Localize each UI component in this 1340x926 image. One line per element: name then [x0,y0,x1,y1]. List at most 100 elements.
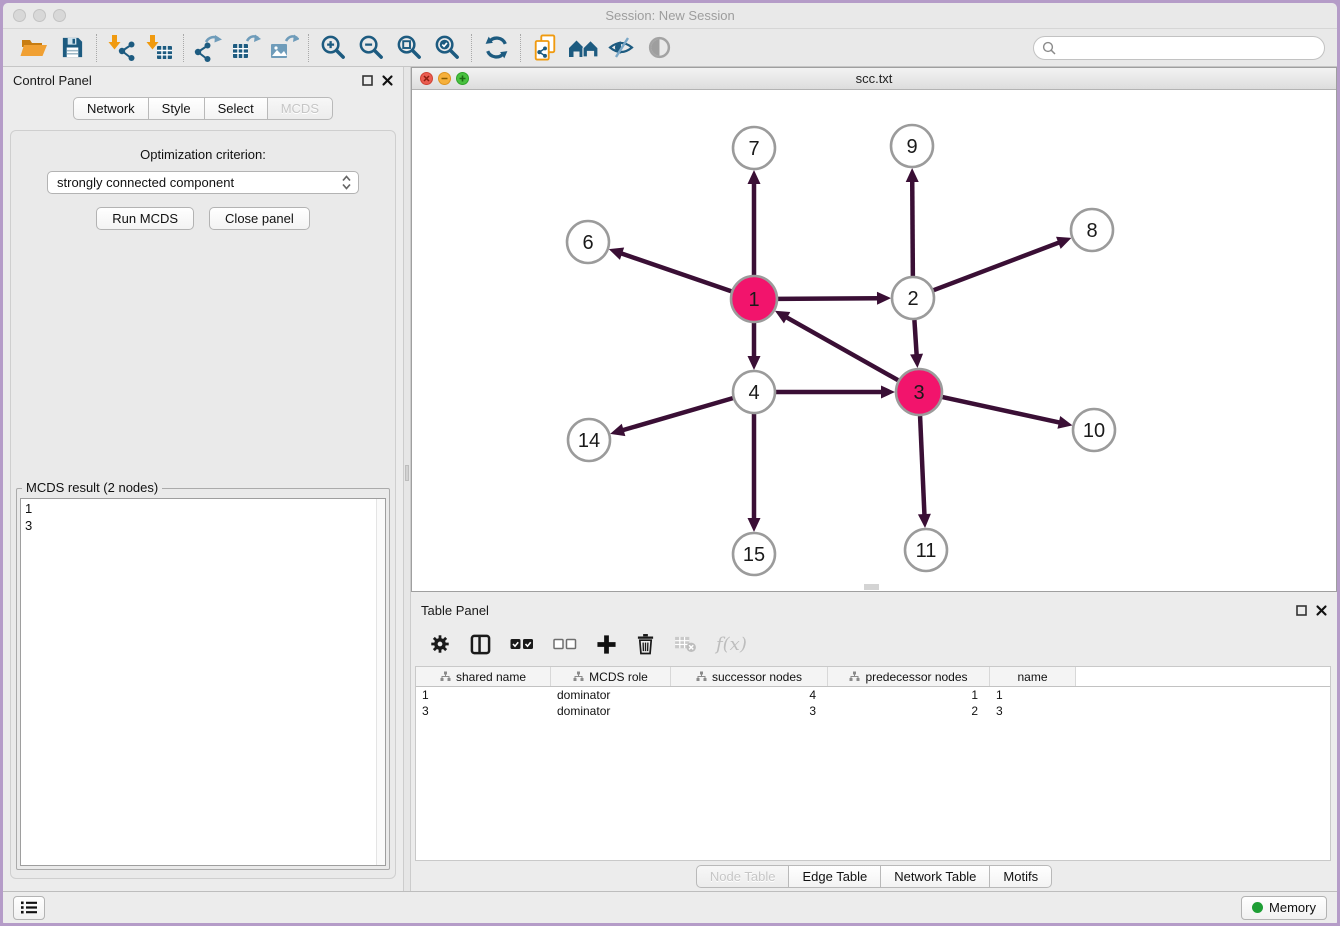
tab-mcds[interactable]: MCDS [267,97,333,120]
vertical-splitter[interactable] [403,67,411,891]
unselect-all-icon[interactable] [553,631,577,657]
export-image-icon[interactable] [265,32,303,64]
table-cell[interactable]: 3 [416,704,551,718]
table-cell[interactable]: 2 [828,704,990,718]
table-row[interactable]: 1dominator411 [416,687,1330,703]
graph-edge-3-11[interactable] [920,416,924,516]
table-cell[interactable]: 3 [990,704,1076,718]
graph-edge-arrowhead [748,356,761,370]
table-cell[interactable]: 1 [828,688,990,702]
graph-edge-2-9[interactable] [912,180,913,276]
status-bar: Memory [3,891,1337,923]
graph-node-8[interactable]: 8 [1071,209,1113,251]
close-table-panel-icon[interactable] [1316,605,1327,616]
graph-edge-3-1[interactable] [785,317,898,381]
table-row[interactable]: 3dominator323 [416,703,1330,719]
column-header-predecessor-nodes[interactable]: predecessor nodes [828,667,990,686]
table-cell[interactable]: 1 [416,688,551,702]
table-cell[interactable]: dominator [551,688,671,702]
graph-edge-1-6[interactable] [620,253,731,291]
apply-layout-icon[interactable] [477,32,515,64]
show-columns-icon[interactable] [470,631,491,657]
result-scrollbar[interactable] [376,499,385,865]
zoom-in-icon[interactable] [314,32,352,64]
zoom-fit-icon[interactable] [390,32,428,64]
splitter-grip[interactable] [405,465,409,481]
import-table-icon[interactable] [140,32,178,64]
graph-node-6[interactable]: 6 [567,221,609,263]
float-table-panel-icon[interactable] [1296,605,1307,616]
graph-node-1[interactable]: 1 [731,276,777,322]
graph-edge-2-3[interactable] [914,320,916,356]
network-canvas[interactable]: 7 9 6 8 1 2 4 3 14 10 15 11 [412,90,1336,591]
show-graphics-details-icon[interactable] [640,32,678,64]
open-session-icon[interactable] [15,32,53,64]
tab-network-table[interactable]: Network Table [880,865,990,888]
delete-table-icon[interactable] [674,631,697,657]
graph-node-9[interactable]: 9 [891,125,933,167]
close-panel-icon[interactable] [382,75,393,86]
graph-node-3[interactable]: 3 [896,369,942,415]
float-panel-icon[interactable] [362,75,373,86]
graph-edge-1-2[interactable] [778,298,879,299]
network-maximize-button[interactable] [456,72,469,85]
graph-node-15[interactable]: 15 [733,533,775,575]
export-table-icon[interactable] [227,32,265,64]
select-all-icon[interactable] [510,631,534,657]
main-area: Control Panel Network Style Select MCDS … [3,67,1337,891]
graph-edge-4-14[interactable] [622,398,733,430]
network-graph: 7 9 6 8 1 2 4 3 14 10 15 11 [412,90,1339,591]
column-header-MCDS-role[interactable]: MCDS role [551,667,671,686]
memory-button[interactable]: Memory [1241,896,1327,920]
search-box [1033,36,1325,60]
graph-node-11[interactable]: 11 [905,529,947,571]
hide-graphics-details-icon[interactable] [602,32,640,64]
run-mcds-button[interactable]: Run MCDS [96,207,194,230]
graph-node-4[interactable]: 4 [733,371,775,413]
delete-column-icon[interactable] [636,631,655,657]
houses-icon[interactable] [564,32,602,64]
right-column: scc.txt 7968124314101511 Table Panel [411,67,1337,891]
function-builder-icon[interactable]: f(x) [716,631,747,657]
zoom-out-icon[interactable] [352,32,390,64]
import-network-icon[interactable] [102,32,140,64]
tab-motifs[interactable]: Motifs [989,865,1052,888]
close-panel-button[interactable]: Close panel [209,207,310,230]
add-column-icon[interactable] [596,631,617,657]
save-session-icon[interactable] [53,32,91,64]
graph-node-2[interactable]: 2 [892,277,934,319]
export-network-icon[interactable] [189,32,227,64]
graph-edge-arrowhead [1057,416,1072,429]
clone-network-icon[interactable] [526,32,564,64]
task-history-button[interactable] [13,896,45,920]
column-header-name[interactable]: name [990,667,1076,686]
graph-edge-3-10[interactable] [942,397,1060,423]
settings-gear-icon[interactable] [429,631,451,657]
canvas-resize-grip[interactable] [864,584,879,590]
table-cell[interactable]: 1 [990,688,1076,702]
tab-style[interactable]: Style [148,97,205,120]
mcds-result-list[interactable]: 1 3 [20,498,386,866]
graph-node-7[interactable]: 7 [733,127,775,169]
graph-edge-2-8[interactable] [934,242,1061,290]
graph-node-label: 3 [913,382,924,404]
table-cell[interactable]: dominator [551,704,671,718]
tab-network[interactable]: Network [73,97,149,120]
tab-node-table[interactable]: Node Table [696,865,790,888]
zoom-selected-icon[interactable] [428,32,466,64]
table-tab-bar: Node Table Edge Table Network Table Moti… [411,861,1337,891]
table-cell[interactable]: 3 [671,704,828,718]
search-input[interactable] [1061,38,1324,58]
graph-node-10[interactable]: 10 [1073,409,1115,451]
graph-node-14[interactable]: 14 [568,419,610,461]
tab-select[interactable]: Select [204,97,268,120]
graph-node-label: 10 [1083,420,1105,442]
table-cell[interactable]: 4 [671,688,828,702]
network-minimize-button[interactable] [438,72,451,85]
network-close-button[interactable] [420,72,433,85]
column-header-shared-name[interactable]: shared name [416,667,551,686]
column-header-successor-nodes[interactable]: successor nodes [671,667,828,686]
criterion-value: strongly connected component [57,175,234,190]
tab-edge-table[interactable]: Edge Table [788,865,881,888]
criterion-dropdown[interactable]: strongly connected component [47,171,359,194]
